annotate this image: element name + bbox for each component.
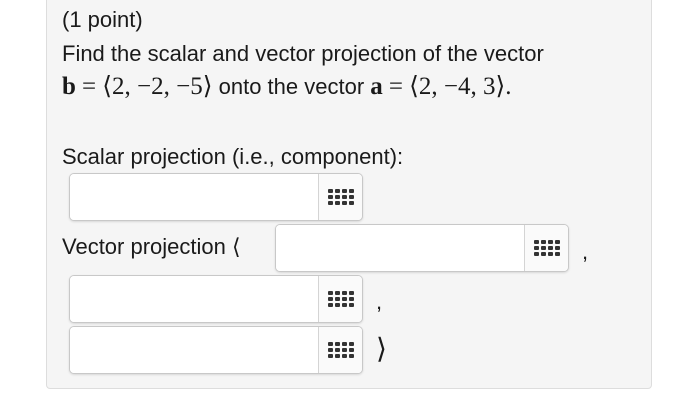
scalar-projection-label: Scalar projection (i.e., component): xyxy=(62,144,404,169)
grid-keypad-icon xyxy=(327,189,354,205)
points-label: (1 point) xyxy=(62,7,143,32)
onto-text: onto the vector xyxy=(218,74,365,99)
vector-projection-label: Vector projection ⟨ xyxy=(62,234,241,259)
scalar-answer-field xyxy=(69,173,363,221)
grid-keypad-icon xyxy=(533,240,560,256)
vector-2-equation-editor-button[interactable] xyxy=(318,276,362,322)
vector-a-name: a xyxy=(370,73,383,100)
scalar-input[interactable] xyxy=(70,174,318,220)
problem-vectors: b = ⟨2, −2, −5⟩ onto the vector a = ⟨2, … xyxy=(62,73,512,101)
vector-component-2-field xyxy=(69,275,363,323)
equals-sign: = xyxy=(82,73,97,100)
vector-b-value: ⟨2, −2, −5⟩ xyxy=(102,73,213,100)
vector-3-equation-editor-button[interactable] xyxy=(318,327,362,373)
equals-sign-2: = xyxy=(388,73,404,100)
comma-separator: , xyxy=(582,239,589,264)
closing-angle-bracket: ⟩ xyxy=(376,334,387,365)
vector-b-name: b xyxy=(62,73,76,100)
comma-separator-2: , xyxy=(376,289,383,314)
vector-1-equation-editor-button[interactable] xyxy=(524,225,568,271)
vector-component-3-field xyxy=(69,326,363,374)
vector-component-1-input[interactable] xyxy=(276,225,524,271)
vector-component-1-field xyxy=(275,224,569,272)
scalar-equation-editor-button[interactable] xyxy=(318,174,362,220)
vector-component-2-input[interactable] xyxy=(70,276,318,322)
grid-keypad-icon xyxy=(327,291,354,307)
problem-prompt: Find the scalar and vector projection of… xyxy=(62,41,544,66)
grid-keypad-icon xyxy=(327,342,354,358)
vector-component-3-input[interactable] xyxy=(70,327,318,373)
vector-a-value: ⟨2, −4, 3⟩. xyxy=(409,73,512,100)
